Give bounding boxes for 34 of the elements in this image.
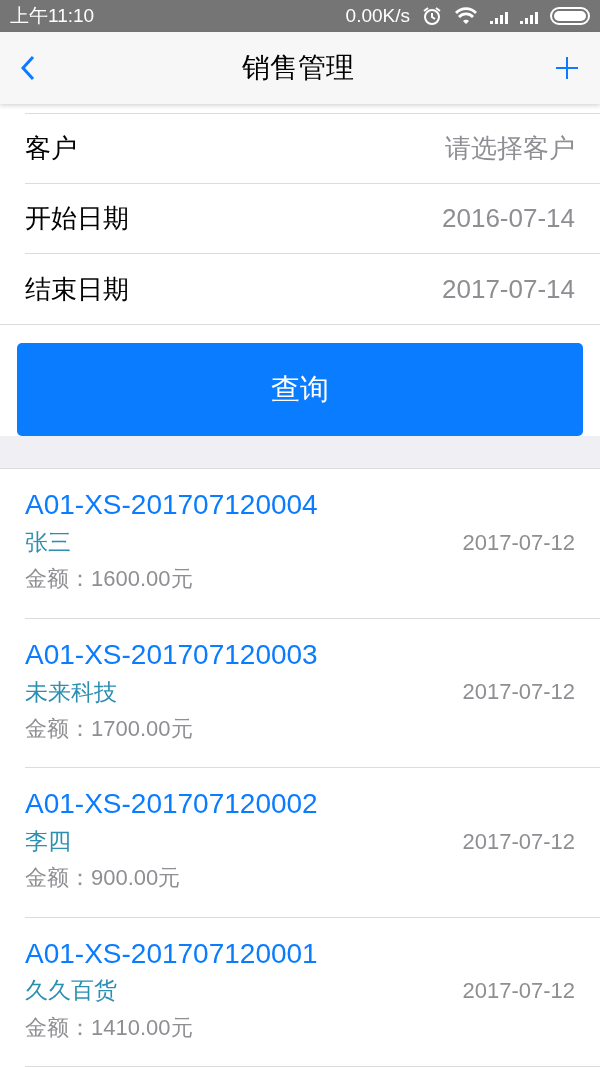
status-time: 上午11:10 <box>10 3 95 28</box>
order-number: A01-XS-201707120001 <box>25 936 319 971</box>
filter-label: 结束日期 <box>25 272 129 306</box>
order-date: 2017-07-12 <box>462 827 575 856</box>
order-amount: 金额：900.00元 <box>25 864 182 893</box>
page-title: 销售管理 <box>241 51 355 86</box>
query-button[interactable]: 查询 <box>17 343 583 437</box>
filter-value[interactable]: 请选择客户 <box>445 128 575 168</box>
order-number: A01-XS-201707120002 <box>25 787 319 822</box>
order-amount: 金额：1410.00元 <box>25 1013 194 1042</box>
customer-name: 未来科技 <box>25 677 117 707</box>
add-button[interactable] <box>556 57 580 80</box>
filter-value[interactable]: 2017-07-14 <box>442 269 575 309</box>
customer-name: 张三 <box>25 528 71 558</box>
filter-label: 开始日期 <box>25 202 129 236</box>
battery-icon <box>550 7 590 26</box>
order-date: 2017-07-12 <box>462 528 575 557</box>
alarm-icon <box>422 6 442 27</box>
customer-name: 李四 <box>25 826 71 856</box>
order-item[interactable]: A01-XS-201707120001 久久百货 2017-07-12 金额：1410.00元 <box>25 917 600 1067</box>
order-date: 2017-07-12 <box>462 977 575 1006</box>
order-amount: 金额：1700.00元 <box>25 714 194 743</box>
order-amount: 金额：1600.00元 <box>25 565 194 594</box>
order-date: 2017-07-12 <box>462 678 575 707</box>
wifi-icon <box>454 7 478 26</box>
filter-value[interactable]: 2016-07-14 <box>442 199 575 239</box>
order-number: A01-XS-201707120003 <box>25 637 319 672</box>
order-number: A01-XS-201707120004 <box>25 488 319 523</box>
network-speed: 0.00K/s <box>345 3 410 28</box>
filter-label: 客户 <box>25 131 77 165</box>
order-item[interactable]: A01-XS-201707120003 未来科技 2017-07-12 金额：1700.00元 <box>25 618 600 769</box>
customer-name: 久久百货 <box>25 976 117 1006</box>
order-item[interactable]: A01-XS-201707120004 张三 2017-07-12 金额：1600.00元 <box>25 469 600 619</box>
order-item[interactable]: A01-XS-201707120002 李四 2017-07-12 金额：900.00元 <box>25 768 600 918</box>
